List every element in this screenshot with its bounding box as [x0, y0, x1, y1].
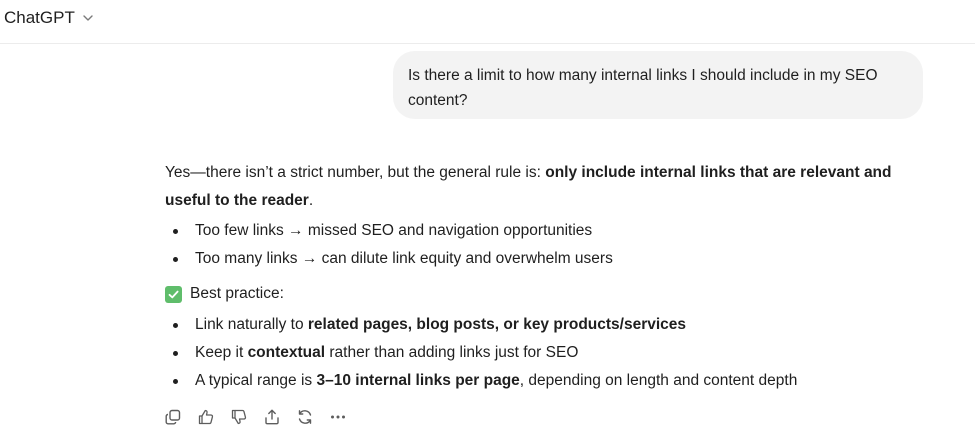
top-bar: ChatGPT	[0, 0, 975, 44]
list-item: Keep it contextual rather than adding li…	[165, 339, 925, 367]
intro-text: Yes—there isn’t a strict number, but the…	[165, 164, 546, 181]
points-list: Too few links → missed SEO and navigatio…	[165, 217, 925, 273]
list-item: Too many links → can dilute link equity …	[165, 245, 925, 273]
practice-text: A typical range is	[195, 372, 317, 389]
thumbs-up-icon[interactable]	[197, 408, 215, 426]
more-icon[interactable]	[329, 408, 347, 426]
best-practice-label: Best practice:	[190, 285, 284, 302]
practice-text-end: rather than adding links just for SEO	[325, 344, 579, 361]
practice-text: Link naturally to	[195, 316, 308, 333]
copy-icon[interactable]	[164, 408, 182, 426]
chevron-down-icon	[81, 11, 95, 25]
practices-list: Link naturally to related pages, blog po…	[165, 311, 925, 395]
user-message-text: Is there a limit to how many internal li…	[408, 67, 878, 109]
share-icon[interactable]	[263, 408, 281, 426]
model-switcher[interactable]: ChatGPT	[4, 8, 95, 28]
check-mark-icon	[165, 285, 182, 303]
regenerate-icon[interactable]	[296, 408, 314, 426]
practice-emphasis: related pages, blog posts, or key produc…	[307, 316, 687, 333]
best-practice-heading: Best practice:	[165, 279, 925, 309]
thumbs-down-icon[interactable]	[230, 408, 248, 426]
assistant-intro: Yes—there isn’t a strict number, but the…	[165, 159, 925, 215]
practice-emphasis: 3–10 internal links per page	[316, 372, 520, 389]
model-name: ChatGPT	[4, 8, 75, 27]
list-item: Too few links → missed SEO and navigatio…	[165, 217, 925, 245]
practice-text-end: , depending on length and content depth	[519, 372, 798, 389]
assistant-message: Yes—there isn’t a strict number, but the…	[165, 159, 925, 395]
intro-end: .	[308, 192, 314, 209]
list-item: A typical range is 3–10 internal links p…	[165, 367, 925, 395]
message-action-bar	[164, 408, 347, 426]
practice-emphasis: contextual	[247, 344, 326, 361]
list-item: Link naturally to related pages, blog po…	[165, 311, 925, 339]
user-message-bubble: Is there a limit to how many internal li…	[393, 51, 923, 119]
practice-text: Keep it	[195, 344, 248, 361]
